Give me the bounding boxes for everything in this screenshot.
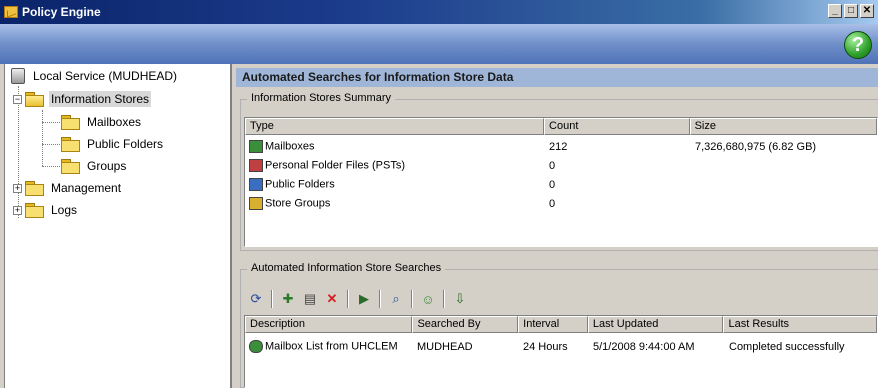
searches-toolbar: ⟳ ✚ ▤ ✕ ▶ ⌕ ☺ ⇩	[246, 287, 470, 311]
summary-type-cell: Personal Folder Files (PSTs)	[249, 159, 405, 172]
summary-count: 212	[549, 140, 568, 153]
summary-size: 7,326,680,975 (6.82 GB)	[695, 140, 817, 153]
tree-item-label: Mailboxes	[87, 115, 142, 129]
toolbar-separator	[347, 290, 349, 308]
summary-group-title: Information Stores Summary	[247, 92, 395, 104]
summary-type-cell: Mailboxes	[249, 140, 315, 153]
users-button[interactable]: ☺	[418, 289, 438, 309]
toolbar-separator	[411, 290, 413, 308]
search-interval: 24 Hours	[523, 340, 568, 353]
summary-count: 0	[549, 159, 556, 172]
summary-row[interactable]: Personal Folder Files (PSTs) 0	[245, 156, 877, 175]
summary-type: Personal Folder Files (PSTs)	[265, 159, 405, 172]
searches-group-title: Automated Information Store Searches	[247, 262, 446, 274]
search-last-results: Completed successfully	[729, 340, 845, 353]
tree-item-logs[interactable]: + Logs	[13, 201, 79, 219]
summary-row[interactable]: Public Folders 0	[245, 175, 877, 194]
column-header-last-updated[interactable]: Last Updated	[587, 316, 724, 333]
tree-item-information-stores[interactable]: − Information Stores	[13, 90, 152, 108]
navigation-tree: Local Service (MUDHEAD) − Information St…	[4, 64, 232, 388]
summary-list-header: Type Count Size	[245, 118, 877, 135]
refresh-button[interactable]: ⟳	[246, 289, 266, 309]
folder-icon	[25, 203, 44, 218]
column-header-searched-by[interactable]: Searched By	[412, 316, 519, 333]
tree-connector	[42, 166, 60, 167]
tree-item-label: Management	[51, 181, 122, 195]
window-controls: _ □ ✕	[828, 4, 874, 18]
expand-toggle[interactable]: +	[13, 205, 22, 215]
search-row[interactable]: Mailbox List from UHCLEM MUDHEAD 24 Hour…	[245, 337, 877, 356]
collapse-toggle[interactable]: −	[13, 94, 22, 104]
tree-item-root[interactable]: Local Service (MUDHEAD)	[11, 67, 179, 85]
search-searched-by: MUDHEAD	[417, 340, 473, 353]
tree-item-label: Information Stores	[49, 91, 152, 107]
summary-type: Mailboxes	[265, 140, 315, 153]
summary-list[interactable]: Type Count Size Mailboxes 212 7,326,680,…	[244, 117, 878, 247]
column-header-count[interactable]: Count	[544, 118, 690, 135]
tree-item-management[interactable]: + Management	[13, 179, 123, 197]
minimize-button[interactable]: _	[828, 4, 842, 18]
summary-row[interactable]: Store Groups 0	[245, 194, 877, 213]
searches-list-header: Description Searched By Interval Last Up…	[245, 316, 877, 333]
header-band: ?	[0, 24, 878, 64]
tree-item-label: Logs	[51, 203, 78, 217]
tree-item-label: Groups	[87, 159, 127, 173]
new-search-button[interactable]: ✚	[278, 289, 298, 309]
expand-toggle[interactable]: +	[13, 183, 22, 193]
search-description-cell: Mailbox List from UHCLEM	[249, 340, 398, 353]
search-last-updated: 5/1/2008 9:44:00 AM	[593, 340, 695, 353]
tree-item-groups[interactable]: Groups	[61, 157, 128, 175]
searches-list[interactable]: Description Searched By Interval Last Up…	[244, 315, 878, 388]
properties-button[interactable]: ▤	[300, 289, 320, 309]
title-bar: Policy Engine _ □ ✕	[0, 0, 878, 24]
tree-item-label: Local Service (MUDHEAD)	[33, 69, 178, 83]
search-description: Mailbox List from UHCLEM	[265, 340, 398, 353]
summary-type: Public Folders	[265, 178, 335, 191]
tree-item-public-folders[interactable]: Public Folders	[61, 135, 165, 153]
page-title: Automated Searches for Information Store…	[236, 68, 878, 87]
run-search-button[interactable]: ▶	[354, 289, 374, 309]
folder-icon	[61, 159, 80, 174]
column-header-description[interactable]: Description	[245, 316, 413, 333]
tree-connector	[42, 110, 43, 166]
main-panel: Automated Searches for Information Store…	[236, 64, 878, 388]
pst-icon	[249, 159, 263, 172]
column-header-type[interactable]: Type	[245, 118, 545, 135]
summary-count: 0	[549, 178, 556, 191]
summary-type-cell: Public Folders	[249, 178, 335, 191]
find-button[interactable]: ⌕	[386, 289, 406, 309]
toolbar-separator	[271, 290, 273, 308]
summary-count: 0	[549, 197, 556, 210]
search-icon	[249, 340, 263, 353]
server-icon	[11, 68, 25, 84]
close-button[interactable]: ✕	[860, 4, 874, 18]
column-header-size[interactable]: Size	[689, 118, 877, 135]
window-title: Policy Engine	[22, 5, 101, 19]
tree-connector	[42, 122, 60, 123]
app-icon	[4, 6, 18, 18]
column-header-last-results[interactable]: Last Results	[723, 316, 877, 333]
export-button[interactable]: ⇩	[450, 289, 470, 309]
folder-icon	[61, 137, 80, 152]
toolbar-separator	[379, 290, 381, 308]
toolbar-separator	[443, 290, 445, 308]
tree-item-mailboxes[interactable]: Mailboxes	[61, 113, 143, 131]
column-header-interval[interactable]: Interval	[518, 316, 588, 333]
tree-item-label: Public Folders	[87, 137, 164, 151]
summary-type-cell: Store Groups	[249, 197, 330, 210]
summary-type: Store Groups	[265, 197, 331, 210]
folder-icon	[25, 181, 44, 196]
help-icon[interactable]: ?	[844, 31, 872, 59]
open-folder-icon	[25, 92, 44, 107]
mailbox-icon	[249, 140, 263, 153]
summary-row[interactable]: Mailboxes 212 7,326,680,975 (6.82 GB)	[245, 137, 877, 156]
maximize-button[interactable]: □	[844, 4, 858, 18]
folder-icon	[61, 115, 80, 130]
public-folder-icon	[249, 178, 263, 191]
delete-button[interactable]: ✕	[322, 289, 342, 309]
tree-connector	[42, 144, 60, 145]
store-group-icon	[249, 197, 263, 210]
